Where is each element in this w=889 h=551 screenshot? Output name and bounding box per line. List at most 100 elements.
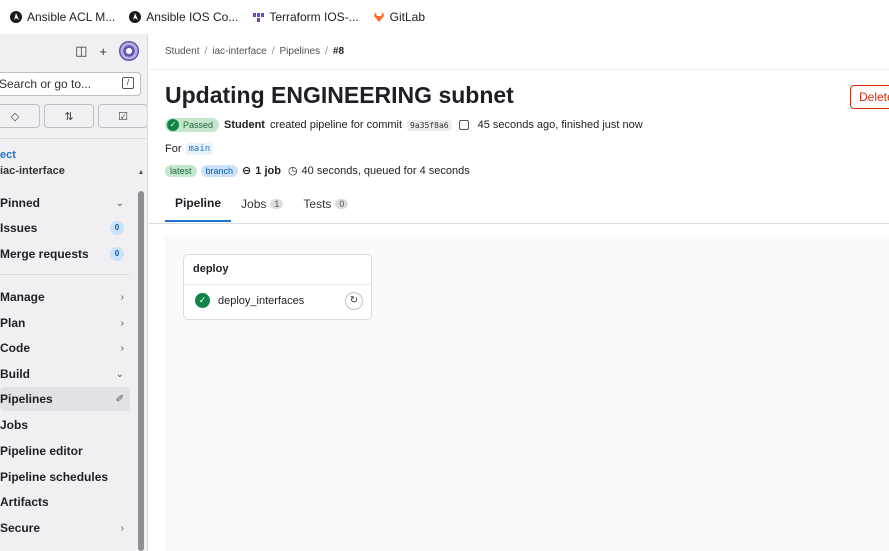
terraform-icon [252,11,265,23]
bookmark-terraform[interactable]: Terraform IOS-... [252,10,359,24]
sidebar-item-plan[interactable]: Plan › [0,311,130,335]
sidebar-item-label: Issues [0,221,38,235]
main-content: Student / iac-interface / Pipelines / #8… [149,34,889,551]
sidebar-item-pipelines[interactable]: Pipelines ✐ [0,387,130,411]
merge-requests-button[interactable]: ⇅ [44,104,94,128]
bookmark-ansible-acl[interactable]: Ansible ACL M... [10,10,115,24]
sidebar-item-jobs[interactable]: Jobs [0,413,130,437]
search-placeholder: Search or go to... [0,77,92,91]
breadcrumb-item[interactable]: Pipelines [280,46,321,57]
stage-title: deploy [193,263,229,275]
duration-text: 40 seconds, queued for 4 seconds [301,164,470,177]
divider [0,274,130,275]
sidebar-item-build[interactable]: Build ⌄ [0,362,130,386]
status-label: Passed [183,120,214,130]
chevron-down-icon: ⌄ [115,368,124,380]
breadcrumb-separator: / [271,46,275,57]
job-item[interactable]: ✓ deploy_interfaces [195,293,304,308]
pipeline-graph: deploy ✓ deploy_interfaces ↻ [165,237,889,551]
search-input[interactable]: Search or go to... / [0,72,141,96]
count-badge: 0 [110,221,124,235]
keyboard-shortcut-icon: / [122,77,134,89]
scrollbar-thumb[interactable] [138,191,144,551]
status-badge[interactable]: ✓ Passed [165,118,220,132]
latest-badge: latest [165,164,197,177]
stage-card: deploy ✓ deploy_interfaces ↻ [183,254,372,320]
sidebar-item-label: Pipeline editor [0,444,83,458]
sidebar-item-label: Plan [0,316,26,330]
sidebar-item-code[interactable]: Code › [0,336,130,360]
retry-icon[interactable]: ↻ [345,292,363,310]
branch-link[interactable]: main [185,143,214,155]
sidebar-item-issues[interactable]: Issues 0 [0,216,130,240]
sidebar-item-pipeline-editor[interactable]: Pipeline editor [0,439,130,463]
bookmark-ansible-ios[interactable]: Ansible IOS Co... [129,10,238,24]
divider [0,138,147,139]
bookmark-label: GitLab [389,10,426,24]
sidebar-item-merge-requests[interactable]: Merge requests 0 [0,242,130,266]
tab-jobs[interactable]: Jobs 1 [231,192,293,222]
sidebar-item-label: Merge requests [0,247,89,261]
breadcrumb-current[interactable]: #8 [333,46,344,57]
avatar[interactable] [119,41,139,61]
scroll-up-icon[interactable]: ▲ [137,169,145,176]
breadcrumb: Student / iac-interface / Pipelines / #8 [165,46,344,57]
count-badge: 1 [270,199,284,209]
sidebar-item-pipeline-schedules[interactable]: Pipeline schedules [0,465,130,489]
sidebar-item-label: Pinned [0,196,41,210]
project-name[interactable]: iac-interface [0,165,65,177]
breadcrumb-item[interactable]: iac-interface [212,46,266,57]
clock-icon: ◷ [287,165,298,177]
sidebar-item-artifacts[interactable]: Artifacts [0,490,130,514]
tab-tests[interactable]: Tests 0 [293,192,358,222]
todos-button[interactable]: ☑ [98,104,147,128]
chevron-right-icon: › [120,522,124,534]
todo-icon: ☑ [118,110,128,123]
sidebar-item-manage[interactable]: Manage › [0,285,130,309]
jobs-count: 1 job [255,164,281,177]
tab-pipeline[interactable]: Pipeline [165,192,232,222]
copy-icon[interactable] [458,120,469,130]
sidebar-toggle-icon[interactable]: ◫ [75,43,87,59]
commit-sha[interactable]: 9a35f8a6 [407,119,452,131]
bookmark-gitlab[interactable]: GitLab [373,10,425,24]
sidebar-item-label: Jobs [0,418,29,432]
sidebar-quick-buttons: ◇ ⇅ ☑ [0,104,147,128]
sidebar-item-label: Pipelines [0,392,53,406]
divider [184,284,371,285]
sidebar-item-secure[interactable]: Secure › [0,516,130,540]
pipeline-tabs: Pipeline Jobs 1 Tests 0 [165,192,358,222]
pipeline-icon: ⊖ [242,165,252,177]
author-name[interactable]: Student [224,119,265,131]
bookmarks-bar: Ansible ACL M... Ansible IOS Co... Terra… [0,0,889,34]
bookmark-label: Terraform IOS-... [269,10,359,24]
sidebar-item-label: Pipeline schedules [0,470,109,484]
sidebar-item-label: Build [0,367,30,381]
created-text: created pipeline for commit [269,119,403,131]
issues-icon: ◇ [10,110,20,123]
sidebar-item-pinned[interactable]: Pinned ⌄ [0,191,130,215]
delete-button[interactable]: Delete [850,85,889,109]
pin-icon[interactable]: ✐ [116,394,124,405]
plus-icon[interactable]: + [99,44,107,59]
breadcrumb-item[interactable]: Student [165,46,199,57]
chevron-right-icon: › [120,317,124,329]
sidebar-item-label: Artifacts [0,495,49,509]
merge-request-icon: ⇅ [64,110,74,123]
check-circle-icon: ✓ [195,293,210,308]
count-badge: 0 [335,199,349,209]
ref-line: For main [165,143,214,155]
gitlab-icon [373,11,385,23]
ansible-icon [10,11,22,23]
page-title: Updating ENGINEERING subnet [165,82,514,108]
sidebar-scrollbar[interactable]: ▲ [137,169,145,551]
breadcrumb-separator: / [325,46,328,57]
divider [149,69,889,70]
tab-label: Pipeline [175,196,222,210]
sidebar: ◫ + Search or go to... / ◇ ⇅ ☑ ect iac-i… [0,34,148,551]
chevron-right-icon: › [120,342,124,354]
issues-button[interactable]: ◇ [0,104,40,128]
job-name: deploy_interfaces [218,294,305,307]
sidebar-header: ◫ + [0,34,147,68]
tab-label: Tests [303,197,332,211]
